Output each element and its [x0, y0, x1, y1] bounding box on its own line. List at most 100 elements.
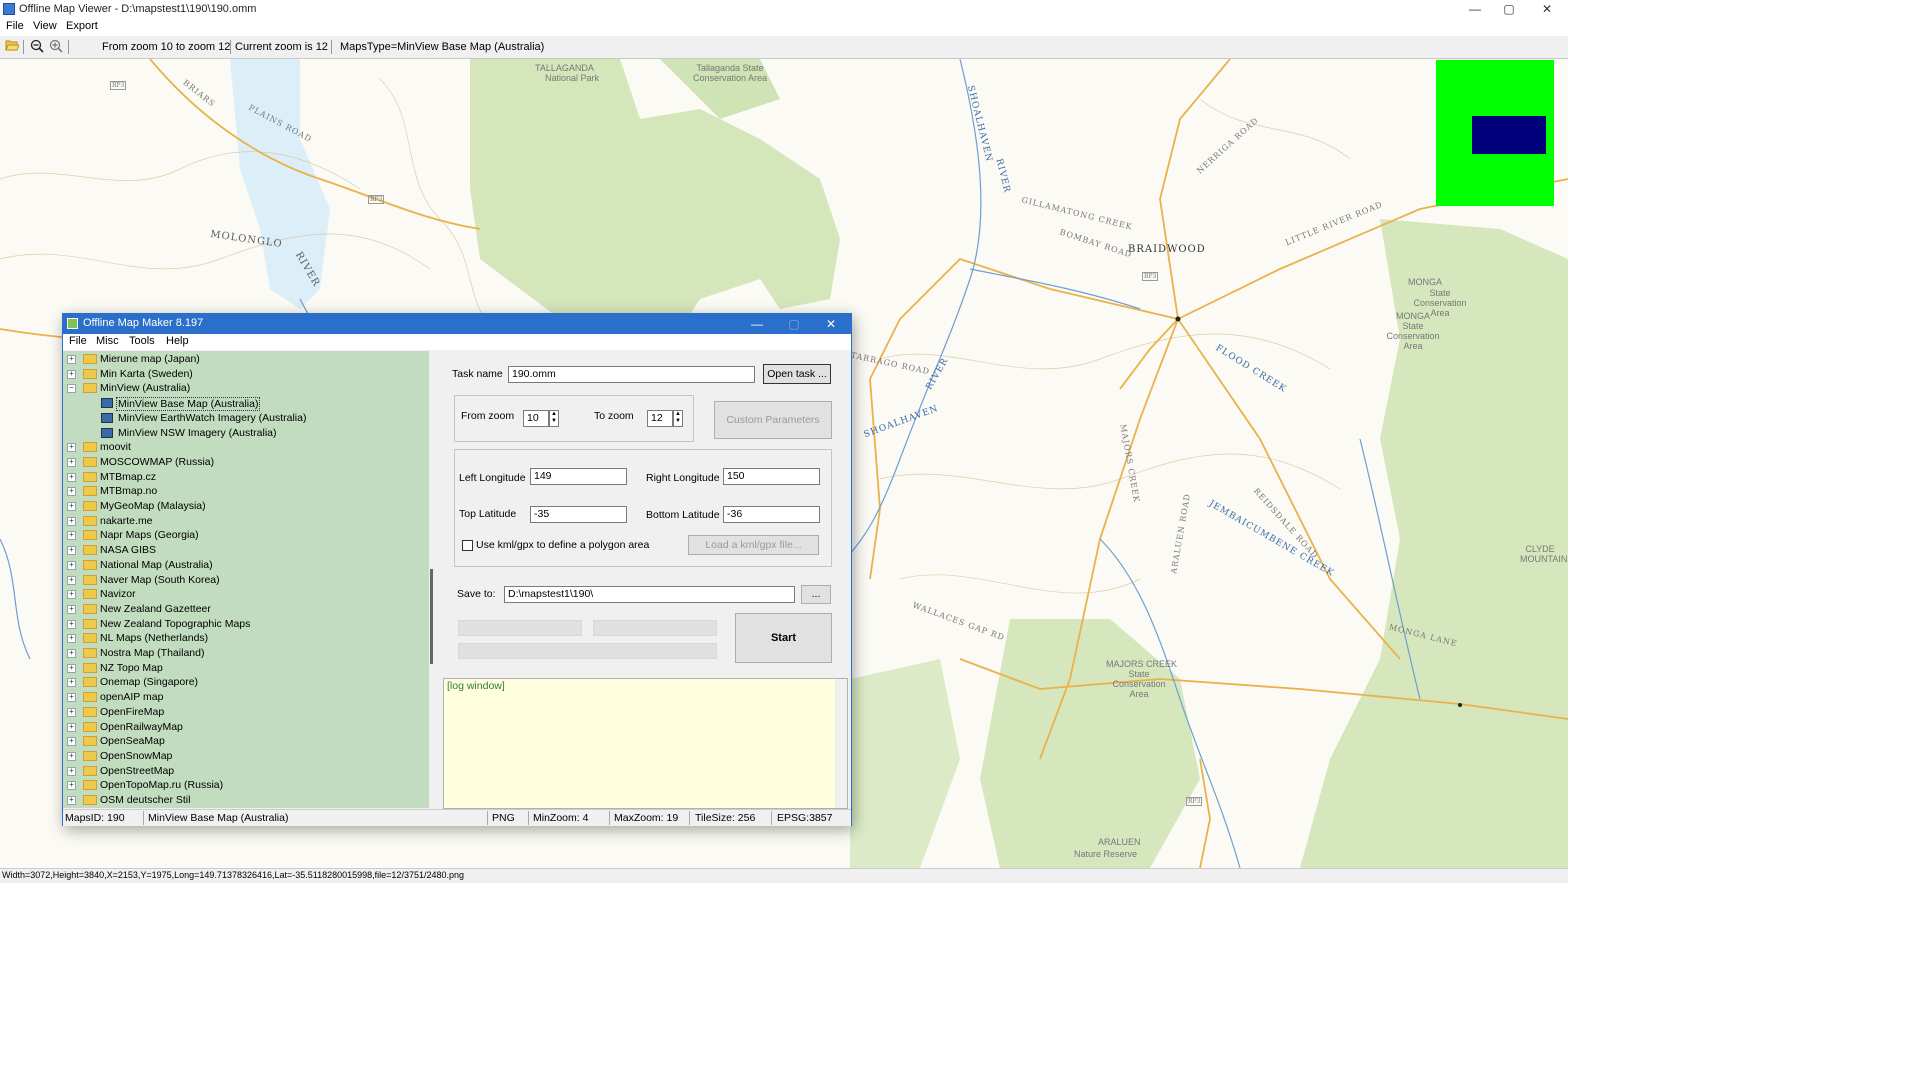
overview-viewport[interactable]: [1472, 116, 1546, 154]
expand-toggle-icon[interactable]: +: [67, 560, 76, 570]
expand-toggle-icon[interactable]: +: [67, 369, 76, 379]
maximize-button[interactable]: ▢: [1492, 0, 1526, 19]
dialog-menu-help[interactable]: Help: [166, 335, 189, 347]
expand-toggle-icon[interactable]: +: [67, 678, 76, 688]
dialog-menu-tools[interactable]: Tools: [129, 335, 155, 347]
app-icon: [67, 318, 78, 329]
progress-bar-2: [593, 620, 717, 636]
expand-toggle-icon[interactable]: +: [67, 546, 76, 556]
from-zoom-stepper[interactable]: ▲ ▼: [549, 410, 559, 427]
expand-toggle-icon[interactable]: +: [67, 619, 76, 629]
menu-view[interactable]: View: [33, 20, 57, 32]
expand-toggle-icon[interactable]: +: [67, 502, 76, 511]
from-zoom-label: From zoom: [461, 410, 515, 422]
tree-item-label: New Zealand Topographic Maps: [100, 617, 251, 630]
window-titlebar: Offline Map Viewer - D:\mapstest1\190\19…: [0, 0, 1568, 19]
folder-icon: [83, 677, 97, 688]
expand-toggle-icon[interactable]: +: [67, 355, 76, 364]
top-latitude-input[interactable]: -35: [530, 506, 627, 523]
expand-toggle-icon[interactable]: +: [67, 516, 76, 526]
dialog-menu-misc[interactable]: Misc: [96, 335, 119, 347]
folder-icon: [83, 383, 97, 394]
folder-icon: [83, 648, 97, 658]
task-name-input[interactable]: 190.omm: [508, 366, 755, 383]
to-zoom-stepper[interactable]: ▲ ▼: [673, 410, 683, 427]
from-zoom-input[interactable]: 10: [523, 410, 549, 427]
folder-icon: [83, 574, 97, 585]
log-scrollbar[interactable]: [835, 679, 847, 808]
expand-toggle-icon[interactable]: +: [67, 781, 76, 791]
tree-item-label: OpenFireMap: [100, 705, 165, 718]
tree-item-label: OpenSnowMap: [100, 749, 173, 762]
zoom-in-icon[interactable]: [48, 39, 64, 55]
tree-scrollbar-thumb[interactable]: [430, 569, 433, 664]
bottom-latitude-input[interactable]: -36: [723, 506, 820, 523]
expand-toggle-icon[interactable]: +: [67, 472, 76, 482]
expand-toggle-icon[interactable]: +: [67, 663, 76, 673]
map-source-tree[interactable]: + Mierune map (Japan) + Min Karta (Sweden) −…: [63, 351, 436, 808]
map-layer-icon: [101, 412, 113, 423]
expand-toggle-icon[interactable]: +: [67, 751, 76, 761]
zoom-out-icon[interactable]: [29, 39, 45, 55]
menu-file[interactable]: File: [6, 20, 24, 32]
start-button[interactable]: Start: [735, 613, 832, 663]
overview-minimap[interactable]: [1436, 60, 1554, 206]
expand-toggle-icon[interactable]: +: [67, 634, 76, 644]
menu-export[interactable]: Export: [66, 20, 98, 32]
folder-icon: [83, 692, 97, 703]
expand-toggle-icon[interactable]: +: [67, 575, 76, 585]
folder-icon: [83, 780, 97, 791]
expand-toggle-icon[interactable]: +: [67, 722, 76, 732]
folder-icon: [83, 515, 97, 526]
folder-icon: [83, 456, 97, 467]
to-zoom-input[interactable]: 12: [647, 410, 673, 427]
expand-toggle-icon[interactable]: +: [67, 796, 76, 805]
status-divider: [528, 811, 529, 825]
bottom-latitude-label: Bottom Latitude: [646, 509, 720, 521]
map-label-araluen-nr: Nature Reserve: [1074, 849, 1138, 859]
status-divider: [771, 811, 772, 825]
map-label-tallaganda: TALLAGANDA: [535, 63, 594, 73]
tree-scrollbar[interactable]: [429, 351, 436, 808]
tile-format: PNG: [492, 812, 515, 824]
kml-checkbox[interactable]: [462, 540, 473, 551]
save-to-input[interactable]: D:\mapstest1\190\: [504, 586, 795, 603]
expand-toggle-icon[interactable]: +: [67, 766, 76, 776]
dialog-menu-file[interactable]: File: [69, 335, 87, 347]
browse-button[interactable]: ...: [801, 585, 831, 604]
expand-toggle-icon[interactable]: +: [67, 693, 76, 703]
expand-toggle-icon[interactable]: +: [67, 707, 76, 717]
toolbar-separator: [23, 40, 24, 54]
close-button[interactable]: ✕: [1530, 0, 1564, 19]
left-longitude-label: Left Longitude: [459, 472, 526, 484]
status-divider: [689, 811, 690, 825]
right-longitude-input[interactable]: 150: [723, 468, 820, 485]
expand-toggle-icon[interactable]: +: [67, 604, 76, 614]
map-label-monga: MONGA: [1408, 277, 1443, 287]
minimize-button[interactable]: —: [1458, 0, 1492, 19]
expand-toggle-icon[interactable]: +: [67, 487, 76, 497]
open-task-button[interactable]: Open task ...: [763, 364, 831, 384]
status-coordinates: Width=3072,Height=3840,X=2153,Y=1975,Lon…: [2, 870, 465, 880]
expand-toggle-icon[interactable]: −: [67, 384, 76, 394]
dialog-minimize-button[interactable]: —: [739, 314, 775, 334]
folder-open-icon[interactable]: [4, 39, 20, 55]
expand-toggle-icon[interactable]: +: [67, 443, 76, 453]
folder-icon: [83, 706, 97, 717]
expand-toggle-icon[interactable]: +: [67, 737, 76, 747]
road-badge: RP3: [1142, 272, 1159, 281]
expand-toggle-icon[interactable]: +: [67, 531, 76, 541]
expand-toggle-icon[interactable]: +: [67, 649, 76, 658]
tree-item-label: OpenRailwayMap: [100, 720, 183, 733]
dialog-close-button[interactable]: ✕: [813, 314, 849, 334]
tree-item-label: MTBmap.no: [100, 485, 158, 498]
left-longitude-input[interactable]: 149: [530, 468, 627, 485]
folder-icon: [83, 589, 97, 600]
expand-toggle-icon[interactable]: +: [67, 590, 76, 600]
expand-toggle-icon[interactable]: +: [67, 457, 76, 467]
folder-icon: [83, 765, 97, 776]
folder-icon: [83, 530, 97, 541]
tree-item-label: MOSCOWMAP (Russia): [100, 455, 215, 468]
dialog-titlebar[interactable]: Offline Map Maker 8.197 — ▢ ✕: [63, 314, 851, 334]
log-window[interactable]: [log window]: [443, 678, 848, 809]
